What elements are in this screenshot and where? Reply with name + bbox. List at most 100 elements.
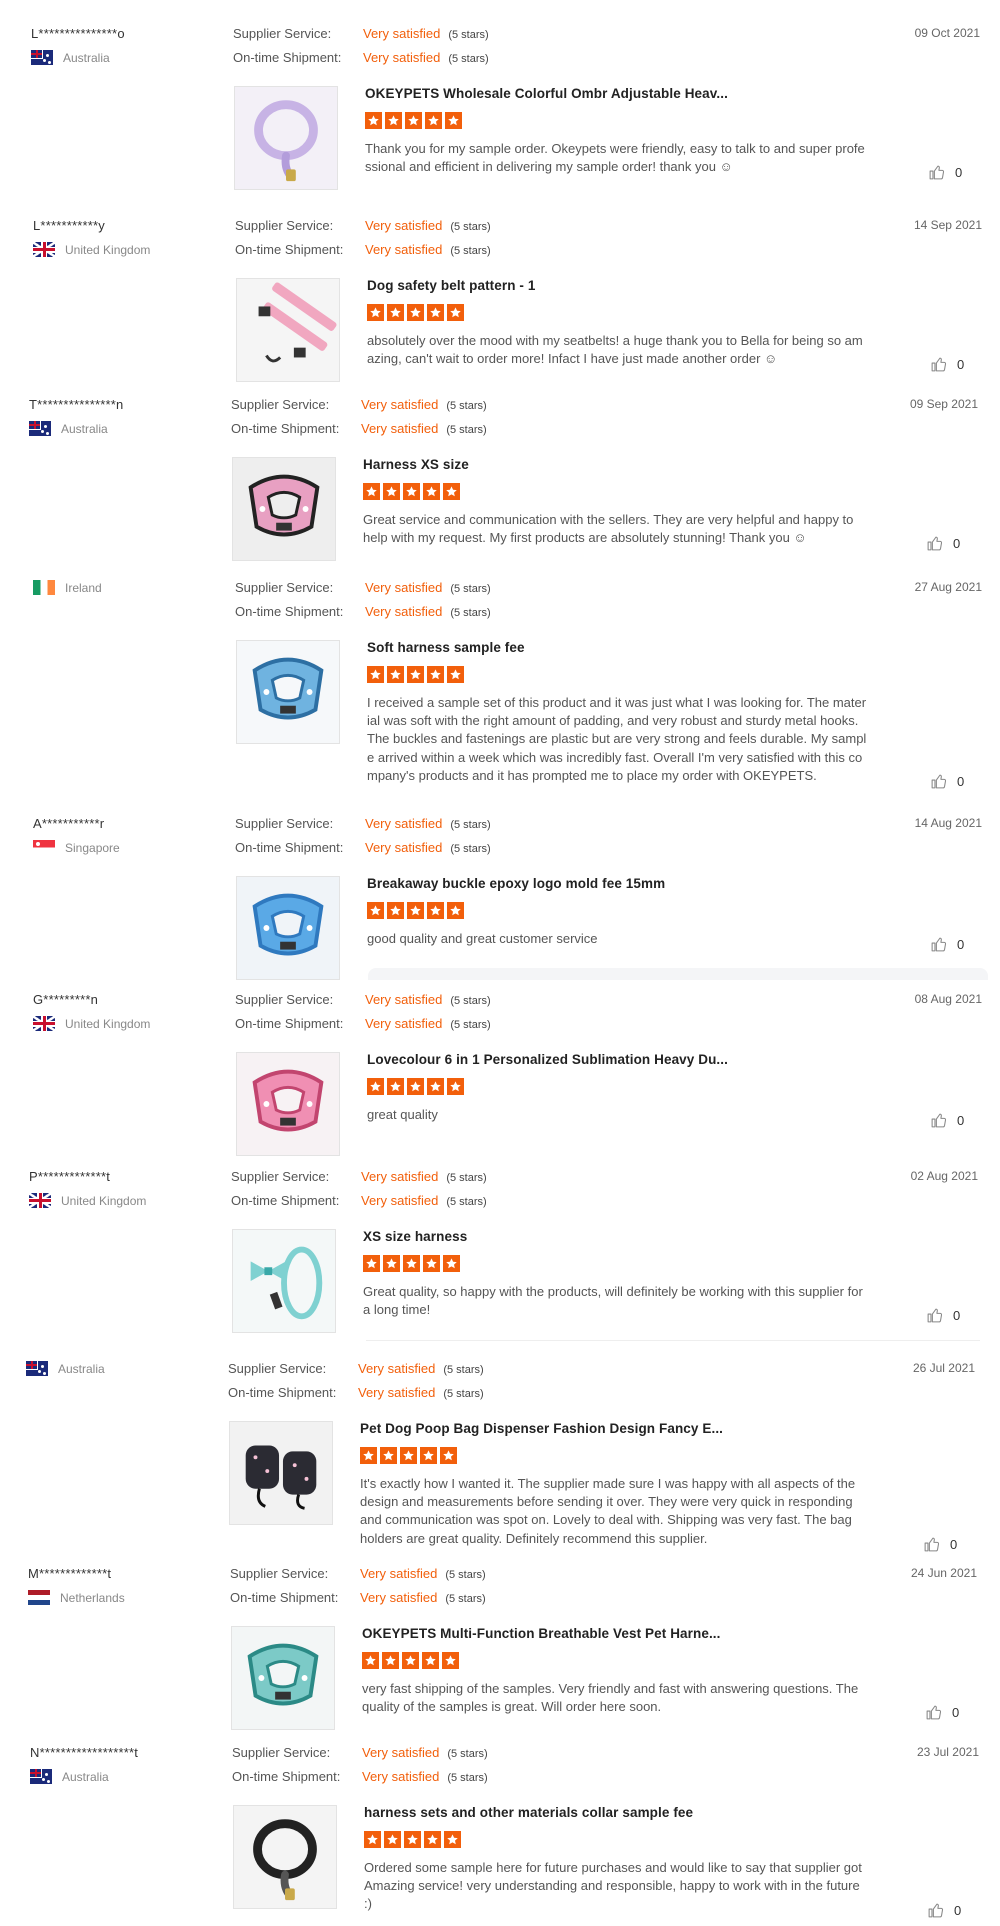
thumbs-up-icon bbox=[929, 165, 945, 180]
ontime-shipment-label: On-time Shipment: bbox=[235, 242, 344, 257]
like-button[interactable]: 0 bbox=[930, 356, 964, 373]
like-count: 0 bbox=[957, 774, 965, 789]
ontime-shipment-value: Very satisfied bbox=[361, 421, 439, 436]
product-title-link[interactable]: OKEYPETS Multi-Function Breathable Vest … bbox=[362, 1626, 721, 1641]
like-button[interactable]: 0 bbox=[925, 1704, 959, 1721]
like-button[interactable]: 0 bbox=[930, 773, 964, 790]
ontime-shipment-rating: On-time Shipment: Very satisfied (5 star… bbox=[228, 1385, 484, 1400]
ontime-shipment-rating: On-time Shipment: Very satisfied (5 star… bbox=[233, 50, 489, 65]
product-thumbnail[interactable] bbox=[234, 86, 338, 190]
review-date: 02 Aug 2021 bbox=[910, 1169, 978, 1183]
star-icon bbox=[383, 483, 400, 500]
star-icon bbox=[407, 666, 424, 683]
flag-icon bbox=[26, 1361, 48, 1376]
like-count: 0 bbox=[954, 1902, 962, 1918]
thumbs-up-icon bbox=[927, 1308, 943, 1323]
product-title-link[interactable]: harness sets and other materials collar … bbox=[364, 1805, 693, 1820]
reviewer-country: Australia bbox=[26, 1361, 105, 1376]
review-text: Great service and communication with the… bbox=[363, 512, 854, 546]
thumbs-up-icon bbox=[931, 1113, 947, 1128]
product-thumbnail[interactable] bbox=[229, 1421, 333, 1525]
supplier-service-value: Very satisfied bbox=[362, 1745, 440, 1760]
supplier-service-stars: (5 stars) bbox=[450, 583, 491, 595]
ontime-shipment-stars: (5 stars) bbox=[446, 424, 487, 436]
star-icon bbox=[405, 112, 422, 129]
star-icon bbox=[400, 1447, 417, 1464]
like-button[interactable]: 0 bbox=[923, 1536, 957, 1553]
star-icon bbox=[443, 483, 460, 500]
like-button[interactable]: 0 bbox=[930, 1112, 964, 1129]
flag-icon bbox=[33, 1016, 55, 1031]
ontime-shipment-stars: (5 stars) bbox=[447, 1772, 488, 1784]
like-button[interactable]: 0 bbox=[928, 164, 962, 181]
product-thumbnail[interactable] bbox=[236, 876, 340, 980]
supplier-service-label: Supplier Service: bbox=[233, 26, 332, 41]
product-rating bbox=[363, 483, 460, 500]
supplier-service-label: Supplier Service: bbox=[235, 992, 334, 1007]
star-icon bbox=[385, 112, 402, 129]
product-title-link[interactable]: Breakaway buckle epoxy logo mold fee 15m… bbox=[367, 876, 665, 891]
star-icon bbox=[367, 666, 384, 683]
like-button[interactable]: 0 bbox=[926, 535, 960, 552]
product-title-link[interactable]: Harness XS size bbox=[363, 457, 469, 472]
product-title-link[interactable]: OKEYPETS Wholesale Colorful Ombr Adjusta… bbox=[365, 86, 728, 101]
star-icon bbox=[387, 1078, 404, 1095]
reviewer-country: United Kingdom bbox=[33, 242, 150, 257]
product-title-link[interactable]: Soft harness sample fee bbox=[367, 640, 525, 655]
product-thumbnail[interactable] bbox=[236, 640, 340, 744]
like-button[interactable]: 0 bbox=[926, 1307, 960, 1324]
country-name: Australia bbox=[62, 1769, 109, 1784]
star-icon bbox=[403, 1255, 420, 1272]
product-title-link[interactable]: XS size harness bbox=[363, 1229, 467, 1244]
reviewer-name: N******************t bbox=[30, 1745, 139, 1760]
ontime-shipment-value: Very satisfied bbox=[363, 50, 441, 65]
supplier-service-stars: (5 stars) bbox=[450, 221, 491, 233]
product-thumbnail[interactable] bbox=[236, 278, 340, 382]
divider bbox=[366, 1340, 980, 1341]
like-count: 0 bbox=[953, 536, 961, 552]
review-date: 14 Sep 2021 bbox=[913, 218, 982, 232]
star-icon bbox=[443, 1255, 460, 1272]
product-thumbnail[interactable] bbox=[231, 1626, 335, 1730]
product-thumbnail[interactable] bbox=[236, 1052, 340, 1156]
supplier-service-stars: (5 stars) bbox=[448, 29, 489, 41]
supplier-service-label: Supplier Service: bbox=[235, 218, 334, 233]
product-title-link[interactable]: Lovecolour 6 in 1 Personalized Sublimati… bbox=[367, 1052, 728, 1067]
star-icon bbox=[383, 1255, 400, 1272]
supplier-service-rating: Supplier Service: Very satisfied (5 star… bbox=[235, 580, 491, 595]
like-button[interactable]: 0 bbox=[930, 936, 964, 953]
ontime-shipment-rating: On-time Shipment: Very satisfied (5 star… bbox=[231, 1193, 487, 1208]
reviewer-name: G*********n bbox=[33, 992, 99, 1007]
thumbs-up-icon bbox=[931, 357, 947, 372]
thumbs-up-icon bbox=[926, 1705, 942, 1720]
ontime-shipment-label: On-time Shipment: bbox=[230, 1590, 339, 1605]
ontime-shipment-label: On-time Shipment: bbox=[235, 840, 344, 855]
product-thumbnail[interactable] bbox=[232, 457, 336, 561]
like-count: 0 bbox=[950, 1536, 958, 1552]
star-icon bbox=[420, 1447, 437, 1464]
supplier-service-label: Supplier Service: bbox=[230, 1566, 329, 1581]
review-date: 27 Aug 2021 bbox=[914, 580, 982, 594]
like-button[interactable]: 0 bbox=[927, 1902, 961, 1919]
ontime-shipment-value: Very satisfied bbox=[365, 840, 443, 855]
star-icon bbox=[403, 483, 420, 500]
like-count: 0 bbox=[957, 1113, 965, 1129]
star-icon bbox=[382, 1652, 399, 1669]
star-icon bbox=[380, 1447, 397, 1464]
ontime-shipment-value: Very satisfied bbox=[365, 1016, 443, 1031]
supplier-service-value: Very satisfied bbox=[363, 26, 441, 41]
country-name: United Kingdom bbox=[61, 1193, 147, 1208]
thumbs-up-icon bbox=[931, 937, 947, 952]
star-icon bbox=[422, 1652, 439, 1669]
thumbs-up-icon bbox=[924, 1537, 940, 1552]
product-thumbnail[interactable] bbox=[233, 1805, 337, 1909]
product-title-link[interactable]: Pet Dog Poop Bag Dispenser Fashion Desig… bbox=[360, 1421, 723, 1436]
star-icon bbox=[387, 304, 404, 321]
reviewer-name: M*************t bbox=[28, 1566, 112, 1581]
product-thumbnail[interactable] bbox=[232, 1229, 336, 1333]
ontime-shipment-rating: On-time Shipment: Very satisfied (5 star… bbox=[230, 1590, 486, 1605]
product-title-link[interactable]: Dog safety belt pattern - 1 bbox=[367, 278, 535, 293]
star-icon bbox=[402, 1652, 419, 1669]
country-name: United Kingdom bbox=[65, 242, 151, 257]
reviewer-country: Australia bbox=[30, 1769, 109, 1784]
